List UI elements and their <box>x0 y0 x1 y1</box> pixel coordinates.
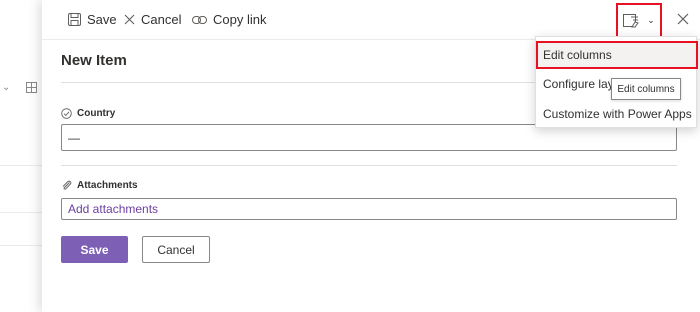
chevron-down-icon: ⌄ <box>647 15 655 25</box>
country-label-text: Country <box>77 108 116 119</box>
background-list-page: ⌄ <box>0 0 42 312</box>
save-icon <box>68 13 81 26</box>
close-panel-button[interactable] <box>674 10 692 28</box>
chevron-down-icon: ⌄ <box>2 82 11 93</box>
tooltip: Edit columns <box>611 78 681 100</box>
grid-view-icon <box>26 82 37 93</box>
form-layout-icon <box>623 13 640 27</box>
link-icon <box>192 15 207 24</box>
toolbar-cancel-button[interactable]: Cancel <box>124 12 181 27</box>
attachments-label-text: Attachments <box>77 180 138 191</box>
country-label: Country <box>61 108 115 119</box>
attachments-label: Attachments <box>61 180 138 191</box>
checkmark-circle-icon <box>61 108 72 119</box>
country-value: — <box>68 130 80 145</box>
toolbar-save-label: Save <box>87 12 117 27</box>
menu-item-customize-power-apps[interactable]: Customize with Power Apps <box>536 100 698 128</box>
close-icon <box>124 14 135 25</box>
country-field[interactable]: — <box>61 124 677 151</box>
divider <box>0 212 42 213</box>
toolbar-cancel-label: Cancel <box>141 12 182 27</box>
divider <box>0 245 42 246</box>
paperclip-icon <box>62 180 72 190</box>
command-bar: Save Cancel Copy link ⌄ <box>42 0 700 40</box>
panel-title: New Item <box>61 52 127 69</box>
save-button[interactable]: Save <box>61 236 128 263</box>
divider <box>61 165 677 166</box>
add-attachments-link[interactable]: Add attachments <box>61 198 677 220</box>
menu-item-edit-columns[interactable]: Edit columns <box>536 41 698 69</box>
switch-view-button[interactable]: ⌄ <box>616 3 662 38</box>
close-icon <box>677 13 689 25</box>
add-attachments-text: Add attachments <box>68 202 159 216</box>
cancel-button[interactable]: Cancel <box>142 236 210 263</box>
divider <box>0 165 42 166</box>
copy-link-button[interactable]: Copy link <box>192 12 266 27</box>
toolbar-save-button[interactable]: Save <box>68 12 117 27</box>
copy-link-label: Copy link <box>213 12 267 27</box>
